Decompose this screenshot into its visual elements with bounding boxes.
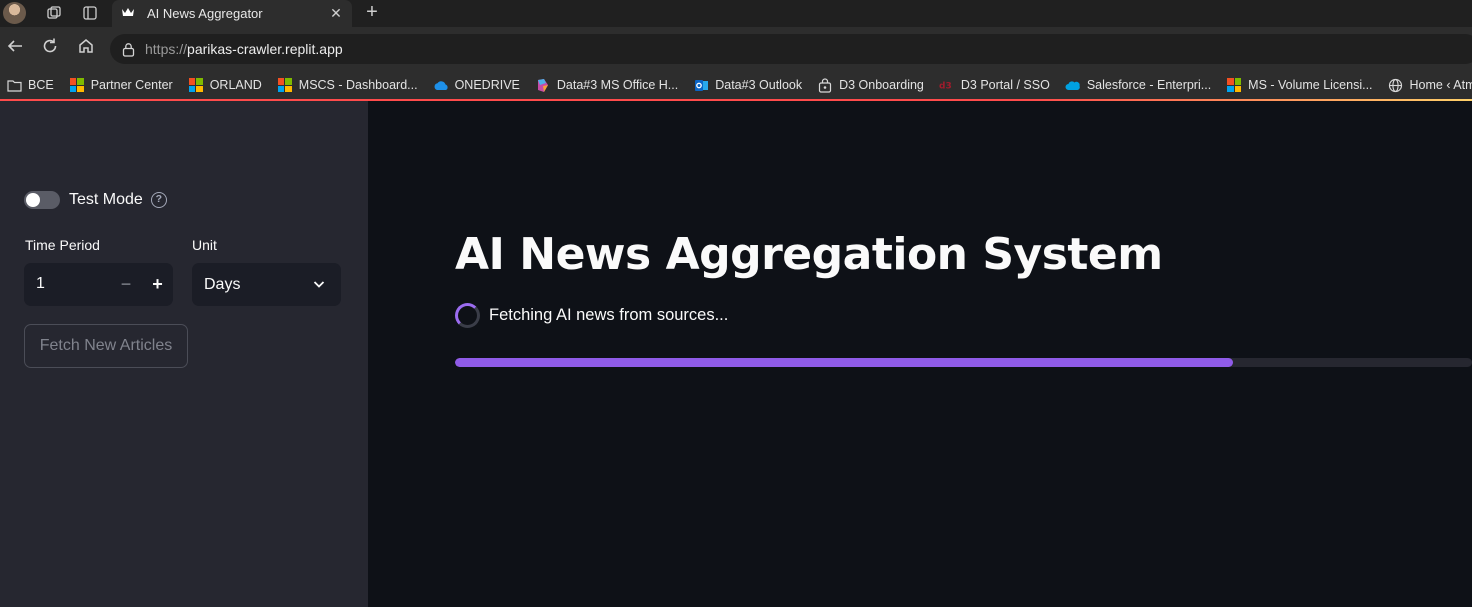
workspaces-icon[interactable]	[42, 2, 66, 24]
active-tab[interactable]: AI News Aggregator ✕	[112, 0, 352, 27]
microsoft-icon	[188, 77, 204, 93]
bookmark-item[interactable]: BCE	[6, 77, 54, 93]
bookmark-label: Data#3 MS Office H...	[556, 78, 679, 92]
bookmark-label: Salesforce - Enterpri...	[1086, 78, 1212, 92]
bookmark-label: D3 Onboarding	[839, 78, 924, 92]
page-title: AI News Aggregation System	[455, 229, 1163, 280]
main-content: AI News Aggregation System Fetching AI n…	[368, 101, 1472, 607]
svg-text:d3: d3	[939, 82, 952, 91]
home-icon[interactable]	[73, 37, 99, 61]
progress-fill	[455, 358, 1233, 367]
microsoft-icon	[277, 77, 293, 93]
sidebar: Test Mode ? Time Period 1 − + Unit Days …	[0, 101, 368, 607]
bookmark-item[interactable]: d3 D3 Portal / SSO	[939, 77, 1050, 93]
salesforce-icon	[1065, 77, 1081, 93]
time-period-label: Time Period	[25, 237, 100, 253]
unit-select[interactable]: Days	[192, 263, 341, 306]
unit-label: Unit	[192, 237, 217, 253]
bookmark-label: Data#3 Outlook	[715, 78, 803, 92]
bookmark-item[interactable]: Partner Center	[69, 77, 173, 93]
loading-spinner-icon	[455, 303, 480, 328]
bookmark-item[interactable]: MSCS - Dashboard...	[277, 77, 418, 93]
bookmark-label: Home ‹ Atman Aca...	[1409, 78, 1472, 92]
bookmark-label: D3 Portal / SSO	[960, 78, 1050, 92]
close-icon[interactable]: ✕	[326, 5, 346, 22]
bookmarks-bar: BCE Partner Center ORLAND MSCS - Dashboard.…	[0, 71, 1472, 99]
bookmark-label: MSCS - Dashboard...	[298, 78, 418, 92]
d3-icon: d3	[939, 77, 955, 93]
progress-bar	[455, 358, 1472, 367]
crown-icon	[120, 6, 136, 21]
onedrive-icon	[433, 77, 449, 93]
time-period-input[interactable]: 1 − +	[24, 263, 173, 306]
folder-icon	[6, 77, 22, 93]
browser-toolbar: https://parikas-crawler.replit.app	[0, 27, 1472, 71]
bookmark-item[interactable]: ORLAND	[188, 77, 262, 93]
chevron-down-icon	[313, 281, 325, 288]
bookmark-item[interactable]: Salesforce - Enterpri...	[1065, 77, 1211, 93]
bookmark-item[interactable]: MS - Volume Licensi...	[1226, 77, 1373, 93]
bookmark-item[interactable]: ONEDRIVE	[433, 77, 520, 93]
time-period-value[interactable]: 1	[36, 275, 45, 293]
tab-actions-icon[interactable]	[78, 2, 102, 24]
office-icon	[535, 77, 551, 93]
test-mode-toggle[interactable]	[24, 191, 60, 209]
tab-title: AI News Aggregator	[147, 6, 263, 21]
browser-tab-strip: AI News Aggregator ✕ +	[0, 0, 1472, 27]
status-text: Fetching AI news from sources...	[489, 306, 729, 324]
refresh-icon[interactable]	[37, 37, 63, 61]
globe-icon	[1388, 77, 1404, 93]
lock-bag-icon	[817, 77, 833, 93]
test-mode-row: Test Mode ?	[24, 191, 167, 209]
bookmark-label: ONEDRIVE	[454, 78, 520, 92]
bookmark-label: Partner Center	[90, 78, 173, 92]
bookmark-item[interactable]: Home ‹ Atman Aca...	[1388, 77, 1472, 93]
bookmark-label: ORLAND	[209, 78, 262, 92]
test-mode-label: Test Mode	[69, 191, 143, 208]
bookmark-item[interactable]: Data#3 MS Office H...	[535, 77, 678, 93]
microsoft-icon	[1226, 77, 1242, 93]
bookmark-item[interactable]: Data#3 Outlook	[693, 77, 802, 93]
profile-avatar[interactable]	[3, 2, 26, 24]
url-text: https://parikas-crawler.replit.app	[145, 41, 343, 57]
outlook-icon	[693, 77, 709, 93]
unit-value: Days	[204, 276, 241, 293]
lock-icon[interactable]	[120, 41, 136, 57]
address-bar[interactable]: https://parikas-crawler.replit.app	[110, 34, 1472, 64]
bookmark-label: MS - Volume Licensi...	[1248, 78, 1373, 92]
help-icon[interactable]: ?	[150, 192, 167, 208]
decrement-button[interactable]: −	[110, 263, 142, 306]
microsoft-icon	[69, 77, 85, 93]
increment-button[interactable]: +	[142, 263, 173, 306]
fetch-articles-button[interactable]: Fetch New Articles	[24, 324, 188, 368]
new-tab-icon[interactable]: +	[360, 1, 384, 25]
back-icon[interactable]	[2, 37, 28, 61]
status-row: Fetching AI news from sources...	[455, 303, 728, 328]
bookmark-label: BCE	[28, 78, 54, 92]
bookmark-item[interactable]: D3 Onboarding	[817, 77, 924, 93]
